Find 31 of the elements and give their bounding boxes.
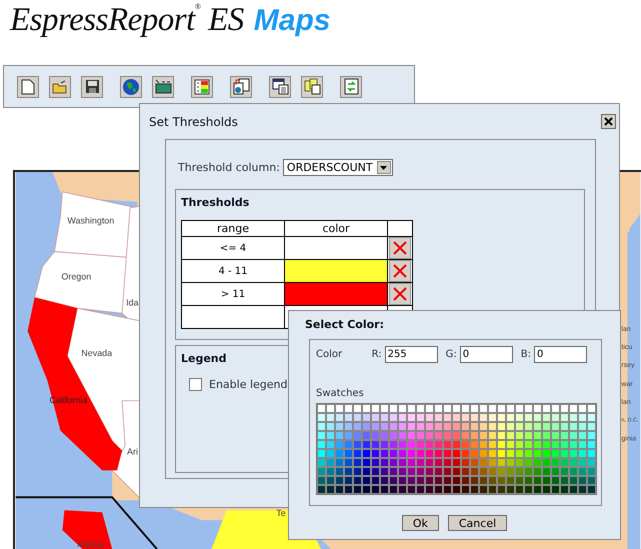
state-label: Te <box>276 508 286 518</box>
column-header: color <box>284 220 388 236</box>
cancel-button[interactable]: Cancel <box>448 515 508 531</box>
dialog-title: Set Thresholds <box>149 114 238 128</box>
threshold-column-label: Threshold column: <box>178 161 280 174</box>
checkbox-label: Enable legend <box>209 378 288 391</box>
channel-field[interactable]: 0 <box>534 346 587 363</box>
dialog-title: Select Color: <box>305 318 386 331</box>
channel-label: B: <box>520 349 531 360</box>
channel-label: R: <box>372 349 382 360</box>
channel-field[interactable]: 255 <box>384 346 438 363</box>
range-cell: > 11 <box>182 282 284 306</box>
channel-field[interactable]: 0 <box>460 346 513 363</box>
column-header: range <box>182 220 284 236</box>
state-label: Washington <box>67 216 114 226</box>
swatches-label: Swatches <box>316 388 365 399</box>
product-name: Maps <box>254 4 330 38</box>
range-cell: 4 - 11 <box>182 260 284 282</box>
state-label: Nevada <box>81 348 112 358</box>
threshold-column-select[interactable]: ORDERSCOUNT <box>282 159 393 176</box>
state-label: Alaska <box>77 539 104 549</box>
ok-button[interactable]: Ok <box>402 515 439 531</box>
channel-label: G: <box>446 349 457 360</box>
state-label: Ari <box>127 446 138 456</box>
state-label: Ida <box>126 297 138 308</box>
group-title: Legend <box>181 352 227 365</box>
group-title: Thresholds <box>181 196 250 209</box>
color-label: Color <box>316 349 344 360</box>
logo-wordmark: EspressReport® ES <box>10 2 244 39</box>
range-cell: <= 4 <box>182 236 284 260</box>
state-label: Oregon <box>61 271 92 282</box>
